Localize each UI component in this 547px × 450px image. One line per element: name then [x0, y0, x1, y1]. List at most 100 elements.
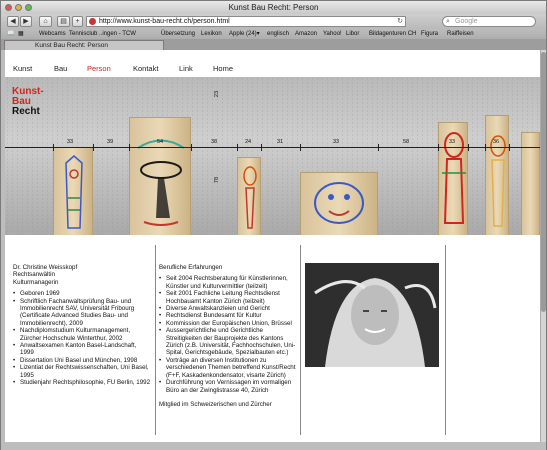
- person-info-column: Dr. Christine Weisskopf Rechtsanwältin K…: [13, 264, 151, 387]
- measurement-label: 54: [157, 139, 164, 145]
- vertical-scrollbar[interactable]: [540, 50, 546, 442]
- experience-heading: Berufliche Erfahrungen: [159, 264, 223, 271]
- bookmark-item[interactable]: Bildagenturen CH: [369, 29, 416, 39]
- measurement-label-vertical: 78: [214, 176, 221, 184]
- list-item: Anwaltsexamen Kanton Basel-Landschaft, 1…: [13, 342, 151, 357]
- back-button[interactable]: ◀: [7, 16, 19, 27]
- list-item: Rechtsdienst Bundesamt für Kultur: [159, 312, 297, 320]
- nav-person[interactable]: Person: [87, 64, 111, 73]
- measurement-label: 31: [277, 139, 284, 145]
- drawing-plank-2: [129, 117, 191, 235]
- bookmark-item[interactable]: Lexikon: [201, 29, 222, 39]
- bookmark-item[interactable]: Webcams: [39, 29, 66, 39]
- print-button[interactable]: ▤: [57, 16, 70, 27]
- close-window-button[interactable]: [5, 4, 12, 11]
- drawing-plank-4: [300, 172, 378, 235]
- child-drawing-tall-figure: [65, 155, 83, 229]
- portrait-photo: [305, 263, 439, 367]
- browser-tab[interactable]: Kunst Bau Recht: Person: [4, 40, 164, 50]
- reload-icon[interactable]: ↻: [397, 17, 403, 26]
- measurement-line: [5, 147, 540, 148]
- browser-toolbar: ◀ ▶ ⌂ ▤ + http://www.kunst-bau-recht.ch/…: [1, 14, 546, 29]
- printer-icon: ▤: [60, 18, 67, 25]
- site-logo[interactable]: Kunst- Bau Recht: [12, 87, 44, 117]
- measurement-label: 39: [107, 139, 114, 145]
- magnifier-icon: ⌕: [446, 18, 450, 25]
- bookmark-item[interactable]: Tennisclub ..ingen - TCW: [69, 29, 136, 39]
- list-item: Seit 2004 Rechtsberatung für Künstlerinn…: [159, 275, 297, 290]
- experience-column: Berufliche Erfahrungen Seit 2004 Rechtsb…: [159, 264, 297, 408]
- search-field[interactable]: ⌕ Google: [442, 16, 536, 27]
- address-bar-url: http://www.kunst-bau-recht.ch/person.htm…: [99, 18, 230, 25]
- measurement-label: 33: [333, 139, 340, 145]
- bookmark-item[interactable]: Übersetzung: [161, 29, 195, 39]
- column-divider: [300, 245, 301, 435]
- browser-window: Kunst Bau Recht: Person ◀ ▶ ⌂ ▤ + http:/…: [0, 0, 547, 450]
- person-title: Kulturmanagerin: [13, 278, 59, 286]
- bookmark-item[interactable]: englisch: [267, 29, 289, 39]
- forward-arrow-icon: ▶: [23, 18, 29, 25]
- bookmark-item[interactable]: Raiffeisen: [447, 29, 474, 39]
- address-bar[interactable]: http://www.kunst-bau-recht.ch/person.htm…: [86, 16, 406, 27]
- nav-link[interactable]: Link: [179, 64, 193, 73]
- header-banner: Kunst- Bau Recht 33 39 54 38 24 31 33 58…: [5, 77, 540, 235]
- search-placeholder: Google: [455, 18, 478, 25]
- list-item: Schriftlich Fachanwaltsprüfung Bau- und …: [13, 298, 151, 328]
- measurement-label: 38: [211, 139, 218, 145]
- home-icon: ⌂: [43, 18, 48, 25]
- status-bar: [1, 442, 546, 450]
- web-page: Kunst Bau Person Kontakt Link Home Kunst…: [5, 50, 540, 442]
- list-item: Dissertation Uni Basel und München, 1998: [13, 357, 151, 365]
- bookmark-item[interactable]: Figura: [421, 29, 438, 39]
- bookmark-item[interactable]: Libor: [346, 29, 359, 39]
- bookmarks-book-icon[interactable]: 📖: [7, 29, 14, 39]
- portrait-image: [305, 263, 439, 367]
- measurement-label: 33: [449, 139, 456, 145]
- child-drawing-tree: [137, 139, 185, 226]
- window-title: Kunst Bau Recht: Person: [228, 3, 319, 12]
- child-drawing-small-figure: [243, 166, 257, 229]
- bookmarks-bar: 📖 ▦ Webcams Tennisclub ..ingen - TCW Übe…: [1, 29, 546, 39]
- experience-list: Seit 2004 Rechtsberatung für Künstlerinn…: [159, 275, 297, 394]
- plus-icon: +: [75, 18, 80, 25]
- person-facts-list: Geboren 1969 Schriftlich Fachanwaltsprüf…: [13, 290, 151, 387]
- list-item: Durchführung von Vernissagen im vormalig…: [159, 379, 297, 394]
- drawing-plank-6: [485, 115, 509, 235]
- measurement-label-vertical: 23: [214, 90, 221, 98]
- list-item: Seit 2001 Fachliche Leitung Rechtsdienst…: [159, 290, 297, 305]
- measurement-label: 33: [67, 139, 74, 145]
- minimize-window-button[interactable]: [15, 4, 22, 11]
- list-item: Nachdiplomstudium Kulturmanagement, Zürc…: [13, 327, 151, 342]
- list-item: Studienjahr Rechtsphilosophie, FU Berlin…: [13, 379, 151, 387]
- home-button[interactable]: ⌂: [39, 16, 52, 27]
- person-title: Rechtsanwältin: [13, 271, 55, 279]
- column-divider: [445, 245, 446, 435]
- bookmark-item[interactable]: Yahoo!: [323, 29, 342, 39]
- bookmark-item[interactable]: Amazon: [295, 29, 317, 39]
- scrollbar-thumb[interactable]: [541, 52, 546, 312]
- drawing-plank-1: [53, 147, 93, 235]
- site-navigation: Kunst Bau Person Kontakt Link Home: [5, 62, 540, 78]
- list-item: Vorträge an diversen Institutionen zu ve…: [159, 357, 297, 379]
- window-controls: [5, 4, 32, 11]
- child-drawing-face: [314, 182, 364, 224]
- forward-button[interactable]: ▶: [20, 16, 32, 27]
- measurement-label: 24: [245, 139, 252, 145]
- logo-line-3: Recht: [12, 106, 40, 117]
- bookmark-item[interactable]: Apple (24)▾: [229, 29, 260, 39]
- measurement-label: 36: [493, 139, 500, 145]
- person-name: Dr. Christine Weisskopf: [13, 264, 78, 271]
- list-item: Diverse Anwaltskanzleien und Gericht: [159, 305, 297, 313]
- back-arrow-icon: ◀: [10, 18, 16, 25]
- measurement-label: 58: [403, 139, 410, 145]
- top-sites-grid-icon[interactable]: ▦: [18, 29, 24, 39]
- list-item: Geboren 1969: [13, 290, 151, 298]
- nav-bau[interactable]: Bau: [54, 64, 67, 73]
- nav-home[interactable]: Home: [213, 64, 233, 73]
- nav-kunst[interactable]: Kunst: [13, 64, 32, 73]
- add-bookmark-button[interactable]: +: [72, 16, 83, 27]
- nav-kontakt[interactable]: Kontakt: [133, 64, 158, 73]
- zoom-window-button[interactable]: [25, 4, 32, 11]
- child-drawing-yellow-figure: [490, 135, 506, 227]
- site-favicon-icon: [89, 18, 96, 25]
